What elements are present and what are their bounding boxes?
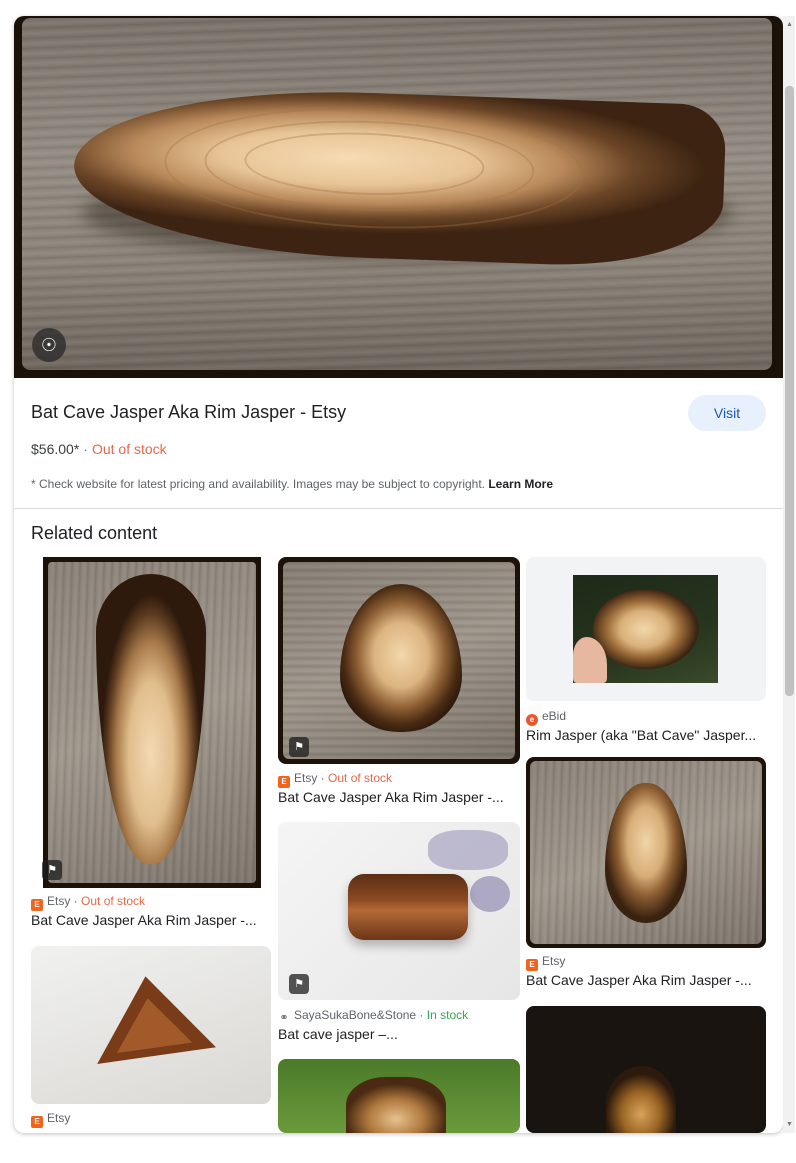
- ebid-icon: e: [526, 714, 538, 726]
- fan-stone: [346, 1077, 446, 1133]
- card-title[interactable]: Bat Cave Jasper Aka Rim Jasper -...: [31, 912, 266, 928]
- wood-background: [283, 562, 515, 759]
- related-card[interactable]: [278, 1059, 520, 1133]
- image-detail-panel: ☉ Bat Cave Jasper Aka Rim Jasper - Etsy …: [14, 16, 783, 1133]
- scroll-down-icon[interactable]: ▼: [785, 1120, 794, 1130]
- related-thumb[interactable]: [526, 757, 766, 948]
- dark-stone: [606, 1066, 676, 1133]
- related-card[interactable]: E Etsy: [31, 946, 271, 1133]
- price-separator: ·: [83, 441, 88, 457]
- related-card[interactable]: ⚑ E Etsy · Out of stock Bat Cave Jasper A…: [278, 557, 520, 807]
- scrollbar-thumb[interactable]: [785, 86, 794, 696]
- scroll-up-icon[interactable]: ▲: [785, 20, 794, 30]
- etsy-icon: E: [31, 1116, 43, 1128]
- related-thumb[interactable]: [526, 1006, 766, 1133]
- teardrop-stone: [96, 574, 206, 864]
- card-source: E Etsy · Out of stock: [278, 771, 392, 788]
- card-title[interactable]: Bat Cave Jasper Aka Rim Jasper -...: [278, 789, 516, 805]
- disclaimer: * Check website for latest pricing and a…: [31, 477, 553, 491]
- wood-background: [530, 761, 762, 944]
- rectangle-stone: [348, 874, 468, 940]
- pear-stone: [340, 584, 462, 732]
- pear-stone: [605, 783, 687, 923]
- photo-background: [573, 575, 718, 683]
- price-tag-icon: ⚑: [289, 737, 309, 757]
- hero-image[interactable]: ☉: [14, 16, 783, 378]
- related-card[interactable]: [526, 1006, 766, 1133]
- related-thumb[interactable]: ⚑: [278, 557, 520, 764]
- card-title[interactable]: Rim Jasper (aka "Bat Cave" Jasper...: [526, 727, 764, 743]
- globe-icon: ⚭: [279, 1012, 289, 1024]
- card-source: e eBid: [526, 709, 566, 726]
- lavender-decoration: [428, 830, 508, 870]
- price-tag-icon: ⚑: [289, 974, 309, 994]
- price: $56.00*: [31, 441, 80, 457]
- wood-background: [48, 562, 256, 883]
- oval-stone: [593, 589, 699, 669]
- price-tag-icon: ⚑: [42, 860, 62, 880]
- stock-status: Out of stock: [91, 441, 167, 457]
- related-thumb[interactable]: [31, 946, 271, 1104]
- related-card[interactable]: e eBid Rim Jasper (aka "Bat Cave" Jasper.…: [526, 557, 766, 747]
- related-card[interactable]: E Etsy Bat Cave Jasper Aka Rim Jasper -..…: [526, 757, 766, 992]
- card-source: E Etsy: [526, 954, 565, 971]
- visit-button[interactable]: Visit: [688, 395, 766, 431]
- related-card[interactable]: ⚑ E Etsy · Out of stock Bat Cave Jasper A…: [31, 557, 271, 932]
- disclaimer-text: * Check website for latest pricing and a…: [31, 477, 485, 491]
- related-thumb[interactable]: ⚑: [31, 557, 271, 888]
- etsy-icon: E: [526, 959, 538, 971]
- lens-icon[interactable]: ☉: [32, 328, 66, 362]
- etsy-icon: E: [31, 899, 43, 911]
- learn-more-link[interactable]: Learn More: [488, 477, 553, 491]
- related-thumb[interactable]: [526, 557, 766, 701]
- price-row: $56.00* · Out of stock: [31, 441, 167, 457]
- result-title[interactable]: Bat Cave Jasper Aka Rim Jasper - Etsy: [31, 402, 346, 423]
- card-title[interactable]: Bat cave jasper –...: [278, 1026, 516, 1042]
- card-source: E Etsy: [31, 1111, 70, 1128]
- card-title[interactable]: Bat Cave Jasper Aka Rim Jasper -...: [526, 972, 764, 988]
- related-card[interactable]: ⚑ ⚭ SayaSukaBone&Stone · In stock Bat cav…: [278, 822, 520, 1047]
- related-heading: Related content: [31, 523, 158, 543]
- etsy-icon: E: [278, 776, 290, 788]
- related-thumb[interactable]: [278, 1059, 520, 1133]
- card-source: E Etsy · Out of stock: [31, 894, 145, 911]
- divider: [14, 508, 783, 509]
- related-thumb[interactable]: ⚑: [278, 822, 520, 1000]
- card-source: ⚭ SayaSukaBone&Stone · In stock: [279, 1008, 469, 1024]
- hero-wood-background: [22, 18, 772, 370]
